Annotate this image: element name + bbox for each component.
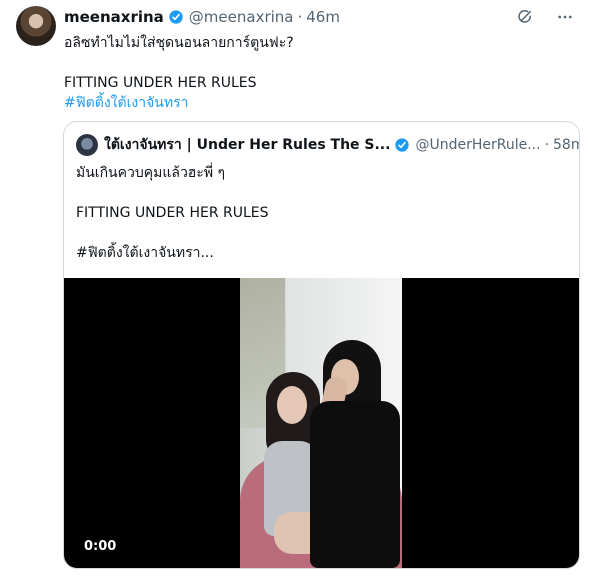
author-avatar[interactable] — [16, 6, 56, 46]
tweet-timestamp[interactable]: 46m — [306, 8, 340, 26]
video-frame[interactable] — [240, 278, 402, 568]
video-timestamp: 0:00 — [84, 539, 117, 554]
quoted-text-line-2: FITTING UNDER HER RULES — [76, 205, 269, 221]
quoted-tweet-text: มันเกินควบคุมแล้วฮะพี่ ๆ FITTING UNDER H… — [76, 163, 566, 263]
tweet-text-line-2: FITTING UNDER HER RULES — [64, 75, 257, 91]
tweet-text-line-1: อลิซทำไมไม่ใส่ชุดนอนลายการ์ตูนฟะ? — [64, 35, 294, 51]
author-name[interactable]: meenaxrina — [64, 8, 164, 26]
quoted-text-line-1: มันเกินควบคุมแล้วฮะพี่ ๆ — [76, 165, 226, 181]
quoted-verified-icon — [394, 137, 410, 153]
quoted-text-line-3[interactable]: #ฟิตติ้งใต้เงาจันทรา... — [76, 243, 566, 263]
video-person-left-face — [277, 386, 307, 424]
quoted-author-name[interactable]: ใต้เงาจันทรา | Under Her Rules The S... — [104, 134, 390, 156]
verified-icon — [168, 9, 184, 25]
quoted-tweet-timestamp[interactable]: 58m — [553, 137, 579, 153]
quoted-tweet-header: ใต้เงาจันทรา | Under Her Rules The S... … — [76, 134, 579, 156]
header-separator: · — [297, 8, 303, 26]
tweet-hashtag[interactable]: #ฟิตติ้งใต้เงาจันทรา — [64, 93, 569, 113]
quoted-tweet-card[interactable]: ใต้เงาจันทรา | Under Her Rules The S... … — [63, 121, 580, 569]
grok-icon[interactable] — [516, 8, 534, 26]
quoted-author-avatar[interactable] — [76, 134, 98, 156]
video-person-right-robe — [310, 401, 400, 568]
tweet-text: อลิซทำไมไม่ใส่ชุดนอนลายการ์ตูนฟะ? FITTIN… — [64, 33, 569, 113]
video-player[interactable]: 0:00 — [64, 278, 579, 568]
quoted-text-spacer-1 — [76, 183, 566, 203]
quoted-author-handle[interactable]: @UnderHerRule... — [415, 137, 540, 153]
author-handle[interactable]: @meenaxrina — [189, 8, 294, 26]
more-icon[interactable] — [556, 8, 574, 26]
quoted-text-spacer-2 — [76, 223, 566, 243]
tweet-text-spacer — [64, 53, 569, 73]
tweet-top-actions — [516, 8, 574, 26]
quoted-header-separator: · — [544, 137, 550, 153]
tweet-header: meenaxrina @meenaxrina · 46m — [64, 7, 340, 27]
